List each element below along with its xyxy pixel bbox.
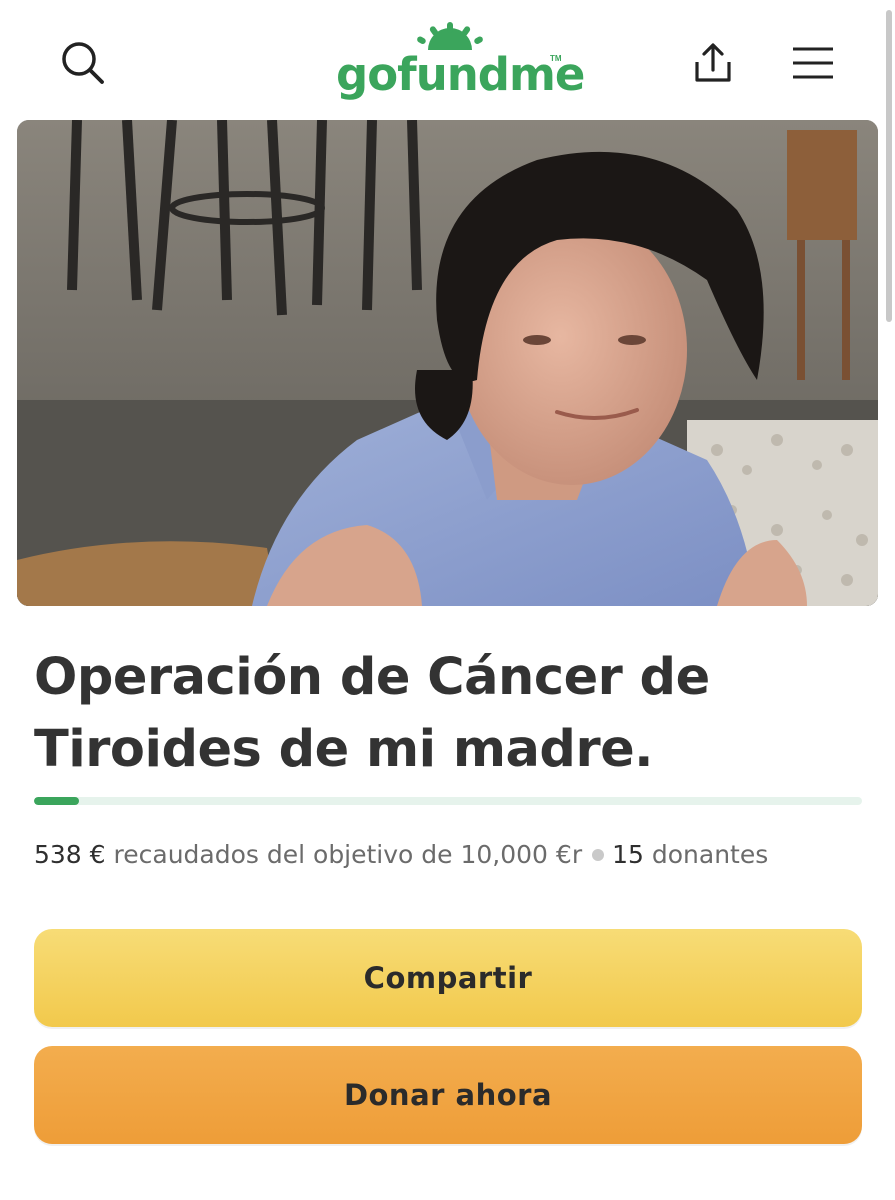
- gofundme-logo[interactable]: gofundme TM: [336, 20, 585, 104]
- share-icon: [695, 43, 731, 82]
- menu-icon: [793, 47, 833, 79]
- donate-now-button[interactable]: Donar ahora: [34, 1046, 862, 1144]
- search-icon: [62, 42, 104, 84]
- donor-count: 15: [612, 840, 644, 869]
- search-button[interactable]: [54, 34, 112, 92]
- donor-label: donantes: [651, 840, 769, 869]
- sun-logo-icon: [417, 22, 483, 50]
- campaign-photo[interactable]: [17, 120, 878, 606]
- logo-wordmark: gofundme: [336, 48, 585, 101]
- header-share-button[interactable]: [684, 34, 742, 92]
- funding-progress-bar: [34, 797, 862, 805]
- separator-dot: [592, 848, 605, 861]
- amount-raised: 538 €: [34, 840, 106, 869]
- share-button[interactable]: Compartir: [34, 929, 862, 1027]
- logo-trademark: TM: [550, 54, 562, 63]
- goal-text: recaudados del objetivo de 10,000 €r: [113, 840, 583, 869]
- funding-progress-fill: [34, 797, 79, 805]
- funding-stats: 538 € recaudados del objetivo de 10,000 …: [34, 838, 768, 872]
- top-header: gofundme TM: [0, 0, 895, 120]
- scrollbar[interactable]: [886, 10, 892, 322]
- campaign-title: Operación de Cáncer de Tiroides de mi ma…: [34, 648, 710, 779]
- menu-button[interactable]: [784, 34, 842, 92]
